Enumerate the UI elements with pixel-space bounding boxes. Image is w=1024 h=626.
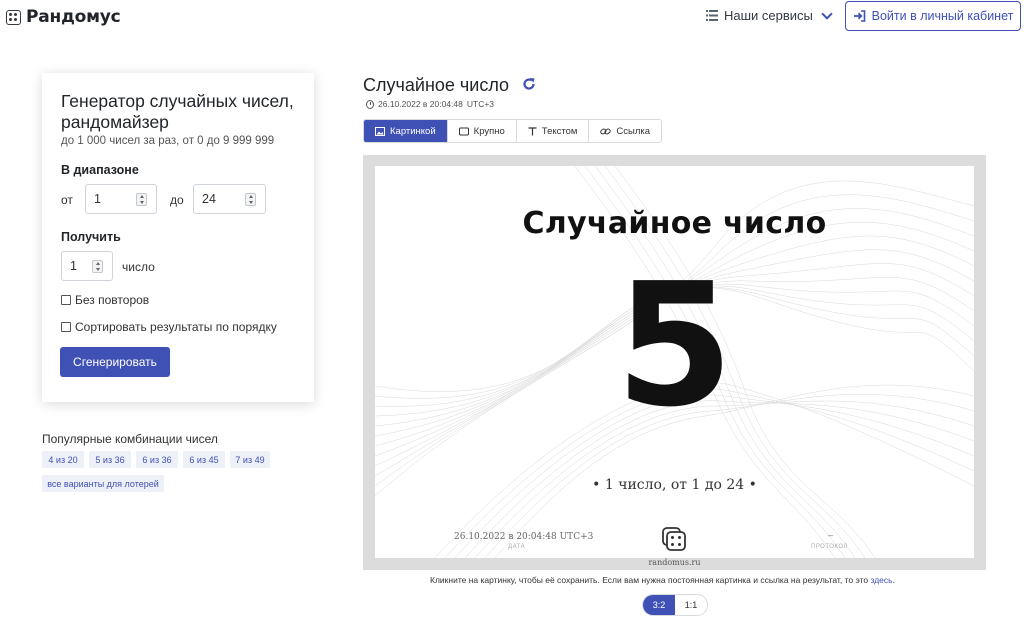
services-label: Наши сервисы	[724, 8, 813, 23]
square-icon	[458, 127, 469, 135]
header: Рандомус Наши сервисы Войти в личный каб…	[0, 0, 1024, 36]
result-image[interactable]: Случайное число 5 • 1 число, от 1 до 24 …	[375, 166, 974, 558]
dice-logo-icon	[6, 9, 21, 25]
sort-checkbox[interactable]	[61, 322, 71, 332]
image-title: Случайное число	[522, 206, 827, 241]
random-number: 5	[615, 247, 734, 445]
image-description: • 1 число, от 1 до 24 •	[592, 477, 757, 493]
chip-7-of-49[interactable]: 7 из 49	[230, 451, 270, 468]
save-hint: Кликните на картинку, чтобы её сохранить…	[430, 575, 895, 585]
from-value: 1	[94, 192, 101, 206]
generator-card: Генератор случайных чисел, рандомайзер д…	[42, 73, 314, 402]
from-input[interactable]: 1	[85, 184, 157, 214]
login-icon	[853, 10, 865, 22]
chip-6-of-36[interactable]: 6 из 36	[136, 451, 178, 468]
spinner-icon[interactable]	[92, 260, 103, 273]
card-subtitle: до 1 000 чисел за раз, от 0 до 9 999 999	[61, 135, 275, 147]
popular-title: Популярные комбинации чисел	[42, 432, 218, 446]
logo-text: Рандомус	[26, 7, 121, 27]
tab-text-label: Текстом	[541, 125, 578, 137]
result-timestamp: 26.10.2022 в 20:04:48 UTC+3	[366, 99, 494, 109]
sort-option[interactable]: Сортировать результаты по порядку	[61, 320, 277, 334]
timestamp-text: 26.10.2022 в 20:04:48	[378, 99, 463, 109]
dice-logo-icon	[662, 527, 686, 551]
link-icon	[600, 128, 612, 134]
refresh-icon[interactable]	[522, 77, 536, 91]
tab-large[interactable]: Крупно	[447, 120, 517, 142]
tab-image[interactable]: Картинкой	[364, 120, 448, 142]
login-button[interactable]: Войти в личный кабинет	[845, 1, 1021, 31]
tab-large-label: Крупно	[473, 125, 505, 137]
get-label: Получить	[61, 230, 121, 244]
clock-icon	[366, 99, 374, 109]
count-input[interactable]: 1	[61, 251, 113, 281]
chip-4-of-20[interactable]: 4 из 20	[42, 451, 84, 468]
chip-all-lottery[interactable]: все варианты для лотерей	[42, 475, 164, 492]
image-icon	[375, 126, 385, 136]
logo[interactable]: Рандомус	[6, 7, 121, 27]
card-title: Генератор случайных чисел, рандомайзер	[61, 91, 294, 132]
list-icon	[706, 10, 718, 21]
services-menu[interactable]: Наши сервисы	[706, 7, 833, 23]
hint-end: .	[892, 575, 895, 585]
image-site: randomus.ru	[648, 558, 701, 567]
chip-5-of-36[interactable]: 5 из 36	[89, 451, 131, 468]
result-title: Случайное число	[363, 75, 510, 95]
protocol-value: –	[828, 530, 834, 540]
to-value: 24	[202, 192, 216, 206]
timezone-text: UTC+3	[466, 99, 495, 109]
sort-label: Сортировать результаты по порядку	[75, 320, 277, 334]
to-label: до	[170, 193, 184, 207]
from-label: от	[61, 193, 73, 207]
count-unit: число	[122, 260, 155, 274]
image-date: 26.10.2022 в 20:04:48 UTC+3	[454, 532, 594, 542]
tab-text[interactable]: Текстом	[516, 120, 590, 142]
range-label: В диапазоне	[61, 163, 139, 177]
tab-link-label: Ссылка	[616, 125, 651, 137]
text-icon	[528, 126, 537, 135]
tab-image-label: Картинкой	[390, 125, 436, 137]
chip-6-of-45[interactable]: 6 из 45	[183, 451, 225, 468]
login-label: Войти в личный кабинет	[871, 9, 1014, 23]
image-date-label: ДАТА	[508, 544, 526, 550]
ratio-1-1[interactable]: 1:1	[675, 595, 707, 615]
spinner-icon[interactable]	[245, 193, 256, 206]
generate-button[interactable]: Сгенерировать	[60, 347, 170, 377]
no-repeat-option[interactable]: Без повторов	[61, 293, 149, 307]
tab-link[interactable]: Ссылка	[589, 120, 662, 142]
no-repeat-label: Без повторов	[75, 293, 150, 307]
spinner-icon[interactable]	[136, 193, 147, 206]
hint-link[interactable]: здесь	[871, 575, 893, 585]
no-repeat-checkbox[interactable]	[61, 295, 71, 305]
result-tabs: Картинкой Крупно Текстом Ссылка	[363, 119, 663, 143]
ratio-toggle: 3:2 1:1	[642, 594, 708, 616]
ratio-3-2[interactable]: 3:2	[643, 595, 675, 615]
hint-text: Кликните на картинку, чтобы её сохранить…	[430, 575, 871, 585]
count-value: 1	[70, 259, 77, 273]
chevron-down-icon	[821, 7, 833, 20]
to-input[interactable]: 24	[193, 184, 266, 214]
result-image-frame[interactable]: Случайное число 5 • 1 число, от 1 до 24 …	[363, 155, 986, 570]
protocol-label: ПРОТОКОЛ	[811, 544, 848, 550]
